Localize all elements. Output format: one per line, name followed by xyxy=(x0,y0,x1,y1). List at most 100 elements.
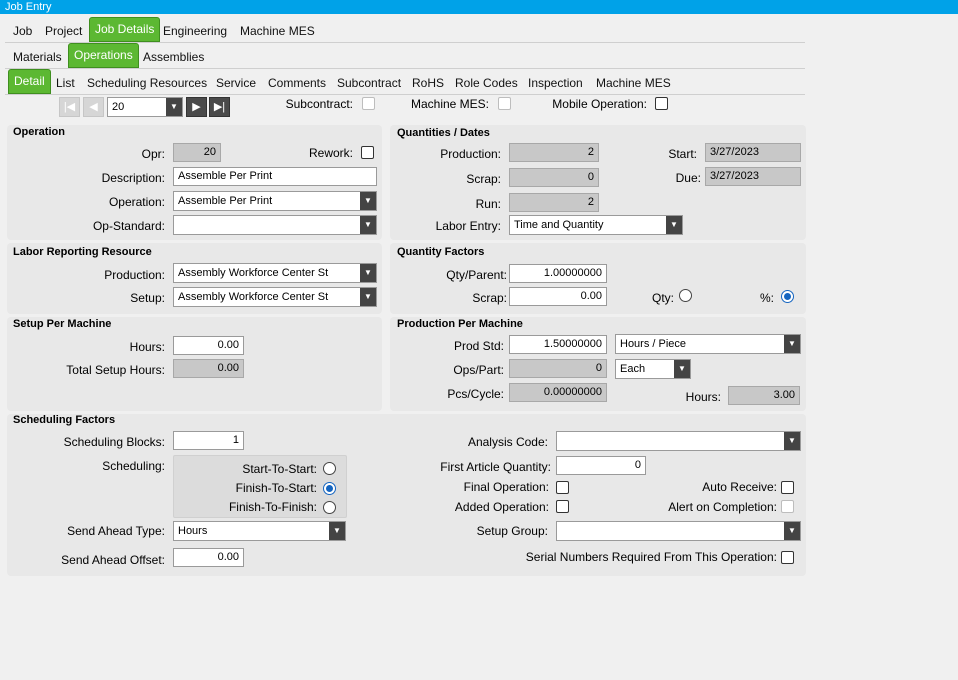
tab-materials[interactable]: Materials xyxy=(8,44,67,68)
run-qty-field[interactable]: 2 xyxy=(509,193,599,212)
final-operation-checkbox[interactable] xyxy=(556,481,569,494)
last-record-icon[interactable]: ▶| xyxy=(209,97,230,117)
tab-machine-mes[interactable]: Machine MES xyxy=(235,18,320,42)
start-to-start-radio[interactable] xyxy=(323,462,336,475)
scheduling-blocks-field[interactable]: 1 xyxy=(173,431,244,450)
send-ahead-type-value: Hours xyxy=(178,525,208,537)
chevron-down-icon[interactable]: ▼ xyxy=(666,216,682,234)
scrap-qty-field[interactable]: 0 xyxy=(509,168,599,187)
qty-parent-field[interactable]: 1.00000000 xyxy=(509,264,607,283)
pcs-cycle-field[interactable]: 0.00000000 xyxy=(509,383,607,402)
mobile-operation-checkbox[interactable] xyxy=(655,97,668,110)
final-operation-label: Final Operation: xyxy=(463,480,549,494)
finish-to-start-radio[interactable] xyxy=(323,482,336,495)
operation-combo[interactable]: Assemble Per Print ▼ xyxy=(173,191,377,211)
labor-production-label: Production: xyxy=(104,268,165,282)
window-title: Job Entry xyxy=(0,0,958,14)
prod-std-label: Prod Std: xyxy=(453,339,504,353)
qty-radio[interactable] xyxy=(679,289,692,302)
tab-list[interactable]: List xyxy=(51,70,80,94)
start-label: Start: xyxy=(668,147,697,161)
serial-numbers-label: Serial Numbers Required From This Operat… xyxy=(525,550,777,564)
total-setup-hours-label: Total Setup Hours: xyxy=(66,363,165,377)
tab-comments[interactable]: Comments xyxy=(263,70,331,94)
tab-assemblies[interactable]: Assemblies xyxy=(138,44,209,68)
chevron-down-icon[interactable]: ▼ xyxy=(360,192,376,210)
labor-setup-combo[interactable]: Assembly Workforce Center St ▼ xyxy=(173,287,377,307)
send-ahead-offset-label: Send Ahead Offset: xyxy=(61,553,165,567)
ops-part-field[interactable]: 0 xyxy=(509,359,607,378)
ops-part-unit-combo[interactable]: Each ▼ xyxy=(615,359,691,379)
prod-hours-field[interactable]: 3.00 xyxy=(728,386,800,405)
rework-checkbox[interactable] xyxy=(361,146,374,159)
tab-service[interactable]: Service xyxy=(211,70,261,94)
scheduling-blocks-label: Scheduling Blocks: xyxy=(63,435,165,449)
start-date-field[interactable]: 3/27/2023 xyxy=(705,143,801,162)
due-date-field[interactable]: 3/27/2023 xyxy=(705,167,801,186)
chevron-down-icon[interactable]: ▼ xyxy=(360,288,376,306)
subcontract-label: Subcontract: xyxy=(285,97,353,111)
operation-tabs: Detail List Scheduling Resources Service… xyxy=(5,69,805,95)
scheduling-label: Scheduling: xyxy=(102,459,165,473)
labor-production-combo[interactable]: Assembly Workforce Center St ▼ xyxy=(173,263,377,283)
percent-radio[interactable] xyxy=(781,290,794,303)
setup-hours-field[interactable]: 0.00 xyxy=(173,336,244,355)
machine-mes-checkbox[interactable] xyxy=(498,97,511,110)
ops-part-unit-value: Each xyxy=(620,363,646,375)
opstandard-label: Op-Standard: xyxy=(92,219,165,233)
tab-subcontract[interactable]: Subcontract xyxy=(332,70,406,94)
setup-title: Setup Per Machine xyxy=(13,318,112,330)
tab-inspection[interactable]: Inspection xyxy=(523,70,588,94)
job-tabs: Job Project Job Details Engineering Mach… xyxy=(5,17,805,43)
tab-rohs[interactable]: RoHS xyxy=(407,70,449,94)
prod-std-unit-combo[interactable]: Hours / Piece ▼ xyxy=(615,334,801,354)
subcontract-checkbox[interactable] xyxy=(362,97,375,110)
description-field[interactable]: Assemble Per Print xyxy=(173,167,377,186)
alert-on-completion-checkbox[interactable] xyxy=(781,500,794,513)
factor-scrap-label: Scrap: xyxy=(472,291,507,305)
previous-record-icon[interactable]: ◀ xyxy=(83,97,104,117)
chevron-down-icon[interactable]: ▼ xyxy=(784,335,800,353)
factor-scrap-field[interactable]: 0.00 xyxy=(509,287,607,306)
tab-machine-mes-detail[interactable]: Machine MES xyxy=(591,70,676,94)
next-record-icon[interactable]: ▶ xyxy=(186,97,207,117)
tab-detail[interactable]: Detail xyxy=(8,69,51,94)
finish-to-finish-label: Finish-To-Finish: xyxy=(228,500,317,514)
opr-field[interactable]: 20 xyxy=(173,143,221,162)
rework-label: Rework: xyxy=(308,146,353,160)
analysis-code-combo[interactable]: ▼ xyxy=(556,431,801,451)
tab-operations[interactable]: Operations xyxy=(68,43,139,68)
prod-std-field[interactable]: 1.50000000 xyxy=(509,335,607,354)
tab-job-details[interactable]: Job Details xyxy=(89,17,161,42)
percent-radio-label: %: xyxy=(759,291,774,305)
opstandard-combo[interactable]: ▼ xyxy=(173,215,377,235)
chevron-down-icon[interactable]: ▼ xyxy=(360,216,376,234)
tab-engineering[interactable]: Engineering xyxy=(158,18,232,42)
send-ahead-offset-field[interactable]: 0.00 xyxy=(173,548,244,567)
scheduling-title: Scheduling Factors xyxy=(13,414,116,426)
labor-setup-combo-value: Assembly Workforce Center St xyxy=(178,291,329,303)
labor-production-combo-value: Assembly Workforce Center St xyxy=(178,267,329,279)
total-setup-hours-field[interactable]: 0.00 xyxy=(173,359,244,378)
finish-to-finish-radio[interactable] xyxy=(323,501,336,514)
tab-job[interactable]: Job xyxy=(8,18,37,42)
first-record-icon[interactable]: |◀ xyxy=(59,97,80,117)
send-ahead-type-combo[interactable]: Hours ▼ xyxy=(173,521,346,541)
production-qty-field[interactable]: 2 xyxy=(509,143,599,162)
chevron-down-icon[interactable]: ▼ xyxy=(360,264,376,282)
chevron-down-icon[interactable]: ▼ xyxy=(784,432,800,450)
chevron-down-icon[interactable]: ▼ xyxy=(166,98,182,116)
tab-role-codes[interactable]: Role Codes xyxy=(450,70,523,94)
setup-group-combo[interactable]: ▼ xyxy=(556,521,801,541)
added-operation-checkbox[interactable] xyxy=(556,500,569,513)
tab-project[interactable]: Project xyxy=(40,18,87,42)
first-article-quantity-field[interactable]: 0 xyxy=(556,456,646,475)
serial-numbers-checkbox[interactable] xyxy=(781,551,794,564)
chevron-down-icon[interactable]: ▼ xyxy=(674,360,690,378)
tab-scheduling-resources[interactable]: Scheduling Resources xyxy=(82,70,212,94)
auto-receive-checkbox[interactable] xyxy=(781,481,794,494)
record-selector[interactable]: 20 ▼ xyxy=(107,97,183,117)
chevron-down-icon[interactable]: ▼ xyxy=(329,522,345,540)
labor-entry-combo[interactable]: Time and Quantity ▼ xyxy=(509,215,683,235)
chevron-down-icon[interactable]: ▼ xyxy=(784,522,800,540)
